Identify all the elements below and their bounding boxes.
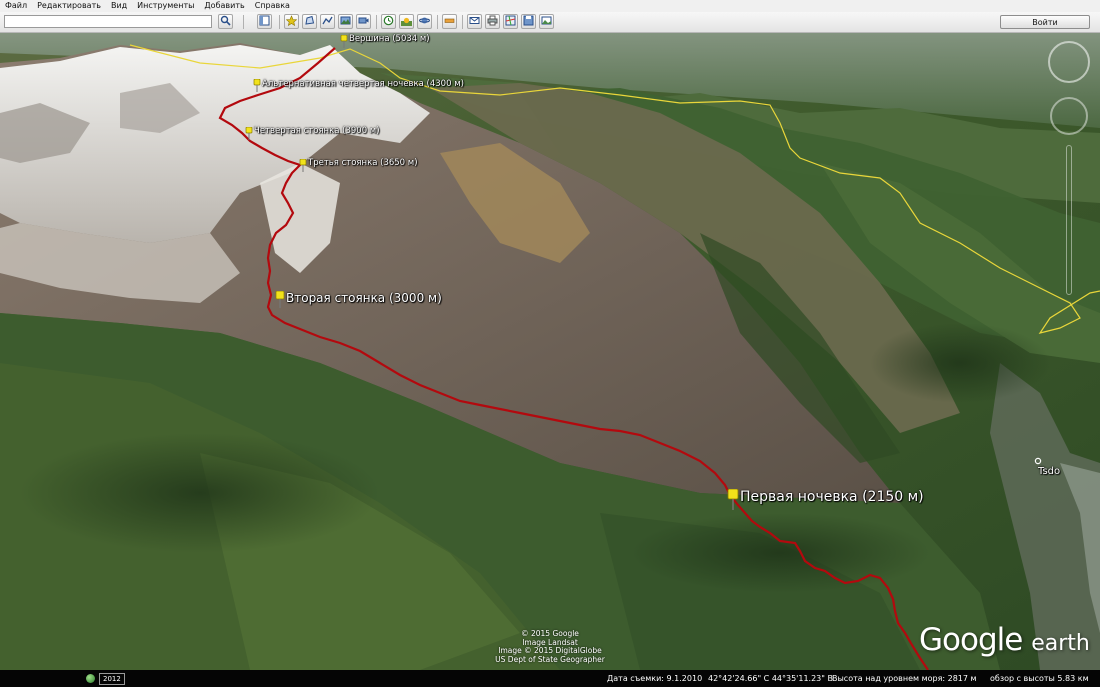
map-viewport[interactable]: Вершина (5034 м) Альтернативная четверта… [0,33,1100,670]
pushpin-icon[interactable] [298,159,308,173]
pushpin-icon[interactable] [252,79,262,93]
imagery-date: Дата съемки: 9.1.2010 [607,674,703,683]
menu-add[interactable]: Добавить [199,0,249,12]
planets-icon[interactable] [417,14,432,29]
look-control[interactable] [1048,41,1090,83]
second-camp-label[interactable]: Вторая стоянка (3000 м) [286,291,442,305]
image-overlay-icon[interactable] [338,14,353,29]
first-camp-label[interactable]: Первая ночевка (2150 м) [740,489,924,505]
historical-year-badge[interactable]: 2012 [99,673,125,685]
toolbar: Войти [0,12,1100,33]
pushpin-icon[interactable] [274,291,286,309]
search-icon[interactable] [218,14,233,29]
coordinates-readout: 42°42'24.66" С 44°35'11.23" В [708,674,833,683]
add-polygon-icon[interactable] [302,14,317,29]
menu-edit[interactable]: Редактировать [32,0,106,12]
pushpin-icon[interactable] [244,127,254,141]
menu-tools[interactable]: Инструменты [132,0,199,12]
menu-help[interactable]: Справка [250,0,295,12]
elevation-readout: Высота над уровнем моря: 2817 м [832,674,977,683]
search-input[interactable] [4,15,212,28]
ruler-icon[interactable] [442,14,457,29]
alt-fourth-camp-label[interactable]: Альтернативная четвертая ночевка (4300 м… [262,79,464,89]
status-bar: 2012 Дата съемки: 9.1.2010 42°42'24.66" … [0,670,1100,687]
print-icon[interactable] [485,14,500,29]
menu-file[interactable]: Файл [0,0,32,12]
zoom-slider[interactable] [1066,145,1072,295]
village-label[interactable]: Tsdo [1038,466,1060,477]
summit-label[interactable]: Вершина (5034 м) [349,34,430,44]
logo-earth: earth [1031,631,1090,656]
save-image-icon[interactable] [521,14,536,29]
logo-google: Google [919,622,1023,658]
terrain-view [0,33,1100,670]
login-button[interactable]: Войти [1000,15,1090,29]
move-control[interactable] [1050,97,1088,135]
add-path-icon[interactable] [320,14,335,29]
sidebar-toggle-icon[interactable] [257,14,272,29]
village-marker-icon[interactable] [1034,457,1042,465]
pushpin-icon[interactable] [726,489,740,511]
third-camp-label[interactable]: Третья стоянка (3650 м) [308,158,418,168]
fourth-camp-label[interactable]: Четвертая стоянка (3900 м) [254,126,380,136]
historical-imagery-icon[interactable] [381,14,396,29]
menu-view[interactable]: Вид [106,0,132,12]
add-placemark-icon[interactable] [284,14,299,29]
globe-icon[interactable] [86,674,95,683]
google-earth-logo: Google earth [919,622,1090,658]
record-tour-icon[interactable] [356,14,371,29]
email-icon[interactable] [467,14,482,29]
view-images-icon[interactable] [539,14,554,29]
eye-altitude-readout: обзор с высоты 5.83 км [990,674,1089,683]
pushpin-icon[interactable] [339,35,349,49]
copyright-block: © 2015 Google Image Landsat Image © 2015… [480,629,620,664]
view-in-maps-icon[interactable] [503,14,518,29]
copyright-line: US Dept of State Geographer [495,654,605,664]
sunlight-icon[interactable] [399,14,414,29]
